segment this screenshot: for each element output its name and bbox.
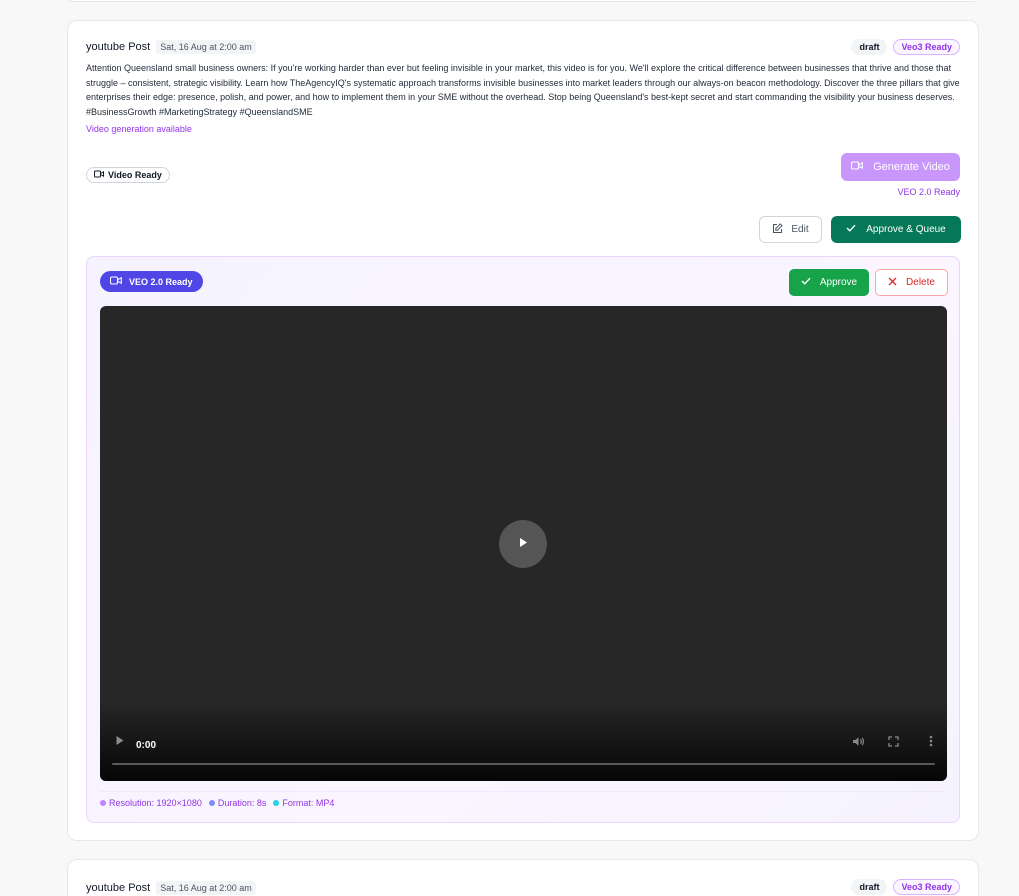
play-icon [518,535,528,553]
post-body: Attention Queensland small business owne… [86,63,960,117]
video-camera-icon [109,276,122,287]
previous-post-card [67,0,979,2]
delete-video-button[interactable]: Delete [875,269,948,296]
approve-video-button[interactable]: Approve [789,269,869,296]
generate-video-label: Generate Video [873,161,950,173]
video-ready-chip: Video Ready [86,167,170,183]
approve-and-queue-label: Approve & Queue [866,224,946,235]
veo3-ready-badge: Veo3 Ready [893,39,960,55]
post-card: youtube Post Sat, 16 Aug at 2:00 am draf… [67,20,979,841]
video-ready-label: Video Ready [108,170,162,180]
next-post-card: youtube Post Sat, 16 Aug at 2:00 am draf… [67,859,979,896]
next-post-date: Sat, 16 Aug at 2:00 am [156,881,256,895]
video-preview-panel: VEO 2.0 Ready Approve Delete 0:00 Resolu… [86,256,960,823]
approve-and-queue-button[interactable]: Approve & Queue [831,216,961,243]
video-player[interactable]: 0:00 [100,306,947,781]
next-status-badge: draft [851,879,888,895]
next-veo3-ready-badge: Veo3 Ready [893,879,960,895]
video-meta-row: Resolution: 1920×1080 Duration: 8s Forma… [100,798,334,808]
fullscreen-icon[interactable] [888,734,899,752]
format-meta: Format: MP4 [273,798,334,808]
play-control-icon[interactable] [115,733,125,751]
more-options-icon[interactable] [929,734,933,752]
resolution-meta: Resolution: 1920×1080 [100,798,202,808]
resolution-label: Resolution: 1920×1080 [109,798,202,808]
duration-dot-icon [208,800,215,806]
close-icon [888,277,897,289]
check-icon [846,224,856,235]
duration-meta: Duration: 8s [208,798,267,808]
volume-icon[interactable] [852,734,865,752]
format-dot-icon [273,800,280,806]
next-post-header: youtube Post Sat, 16 Aug at 2:00 am [86,881,256,895]
post-header: youtube Post Sat, 16 Aug at 2:00 am [86,40,256,54]
edit-button[interactable]: Edit [759,216,822,243]
video-controls-overlay [100,701,947,781]
veo-ready-text: VEO 2.0 Ready [897,187,960,197]
post-badges: draft Veo3 Ready [851,39,960,55]
play-overlay-button[interactable] [499,520,547,568]
next-post-platform: youtube Post [86,882,151,894]
check-icon [801,277,811,288]
approve-video-label: Approve [819,277,858,288]
edit-label: Edit [791,224,809,235]
format-label: Format: MP4 [282,798,335,808]
post-date: Sat, 16 Aug at 2:00 am [156,40,256,54]
duration-label: Duration: 8s [217,798,267,808]
video-camera-icon [94,170,104,180]
video-generation-note: Video generation available [86,124,192,134]
edit-icon [772,222,784,237]
generate-video-button[interactable]: Generate Video [841,153,960,181]
veo-version-badge: VEO 2.0 Ready [100,271,203,292]
post-platform: youtube Post [86,41,151,53]
next-post-badges: draft Veo3 Ready [851,879,960,895]
current-time: 0:00 [136,740,157,751]
meta-divider [100,791,946,792]
resolution-dot-icon [100,800,106,806]
status-badge: draft [851,39,888,55]
veo-version-label: VEO 2.0 Ready [129,276,193,287]
video-camera-icon [851,161,863,173]
video-progress-bar[interactable] [112,763,935,765]
delete-video-label: Delete [906,277,935,288]
